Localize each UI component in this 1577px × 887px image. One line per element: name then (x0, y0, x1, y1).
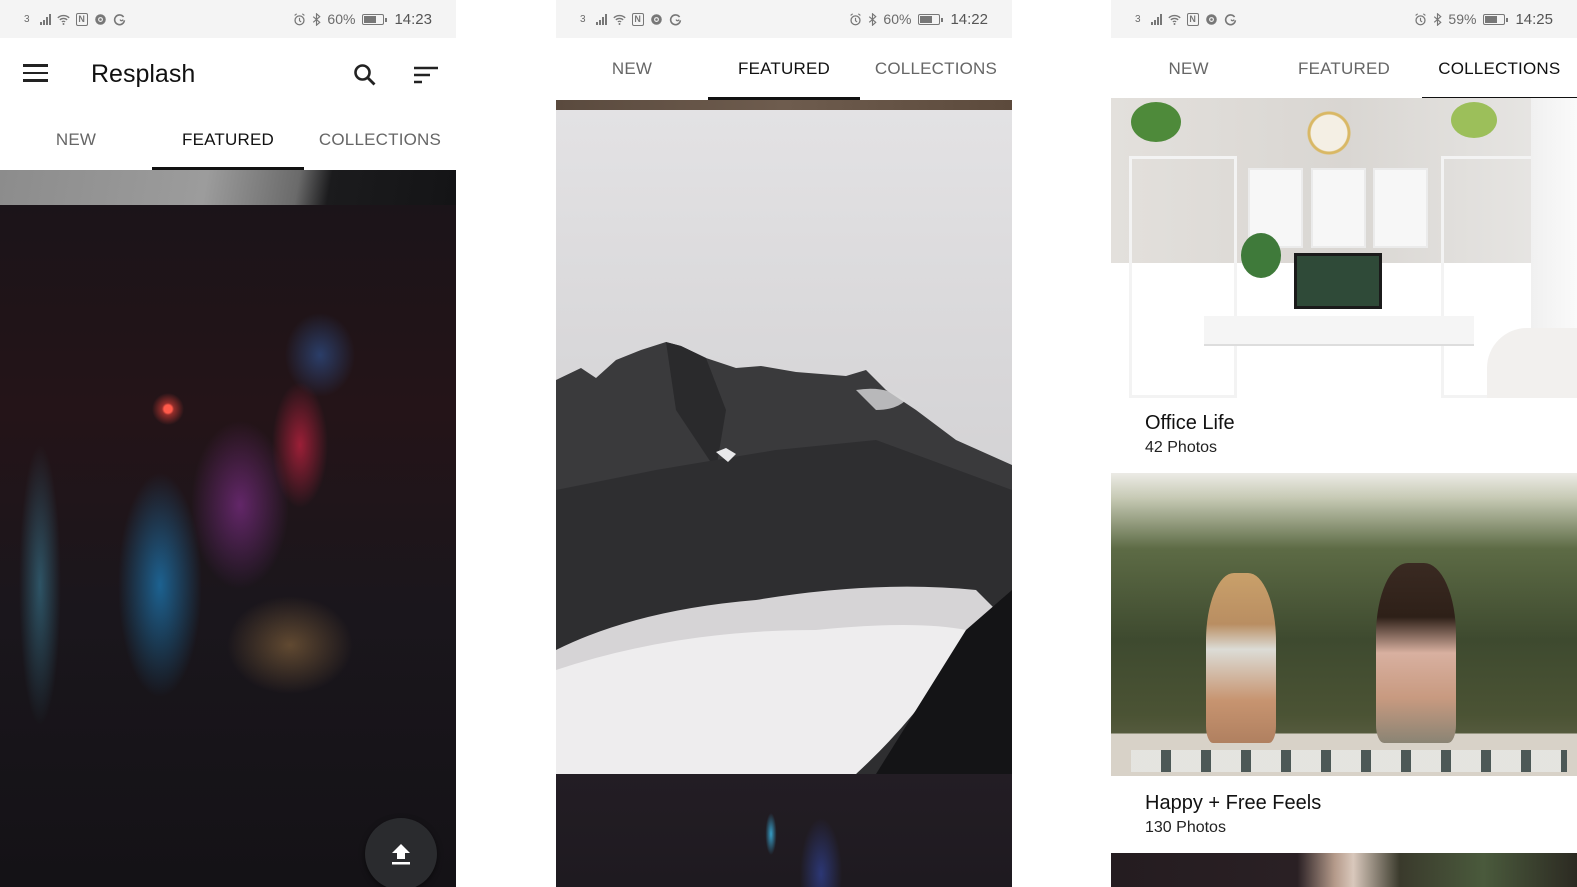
shelf-left (1129, 156, 1237, 398)
upload-button[interactable] (365, 818, 437, 887)
fur-chair (1487, 328, 1577, 398)
collection-caption[interactable]: Happy + Free Feels 130 Photos (1145, 792, 1321, 837)
collection-photo-count: 130 Photos (1145, 819, 1226, 836)
data-saver-icon (650, 13, 662, 25)
tab-collections[interactable]: COLLECTIONS (860, 38, 1012, 100)
nfc-icon: N (1186, 12, 1199, 26)
battery-percent: 60% (883, 11, 912, 27)
alarm-icon (1415, 12, 1427, 25)
alarm-icon (850, 12, 862, 25)
photo-card-mountain-peek[interactable] (0, 170, 456, 205)
monitor (1294, 253, 1382, 309)
signal-icon (39, 13, 51, 25)
photo-card-texture-peek[interactable] (556, 100, 1012, 110)
desk (1204, 316, 1474, 346)
photo-card-neon-city-peek[interactable] (556, 774, 1012, 887)
tab-new[interactable]: NEW (1111, 38, 1266, 100)
pinboard (1373, 168, 1428, 248)
sync-icon (113, 13, 125, 25)
tab-collections[interactable]: COLLECTIONS (1421, 38, 1577, 100)
battery-icon (362, 13, 388, 25)
plant (1241, 233, 1281, 278)
carrier-label: 3 (580, 13, 586, 25)
battery-icon (918, 13, 944, 25)
carrier-label: 3 (24, 13, 30, 25)
collection-cover-happy-free-feels[interactable] (1111, 473, 1577, 776)
wifi-icon (612, 14, 626, 25)
alarm-icon (294, 12, 306, 25)
status-bar: 3 N 60% 14:23 (0, 0, 456, 38)
collection-title: Office Life (1145, 412, 1235, 434)
bluetooth-icon (313, 12, 322, 26)
status-bar: 3 N 60% 14:22 (556, 0, 1012, 38)
photo-card-foggy-mountain[interactable] (556, 110, 1012, 774)
battery-percent: 59% (1448, 11, 1477, 27)
sync-icon (1224, 13, 1236, 25)
signal-icon (1150, 13, 1162, 25)
sync-icon (669, 13, 681, 25)
phone-screen-featured: 3 N 60% 14:22 NEW FEATURED COLLECTIONS (556, 0, 1012, 887)
phone-screen-collections: 3 N 59% 14:25 NEW FEATURED COLLECTIONS O… (1111, 0, 1577, 887)
tab-bar: NEW FEATURED COLLECTIONS (1111, 38, 1577, 100)
mountain-illustration (556, 342, 1012, 774)
tab-collections[interactable]: COLLECTIONS (304, 110, 456, 170)
tab-featured[interactable]: FEATURED (1266, 38, 1421, 100)
battery-percent: 60% (327, 11, 356, 27)
wifi-icon (1167, 14, 1181, 25)
app-title: Resplash (91, 60, 196, 88)
person (1206, 573, 1276, 743)
collection-caption[interactable]: Office Life 42 Photos (1145, 412, 1235, 457)
bluetooth-icon (1434, 12, 1443, 26)
battery-icon (1483, 13, 1509, 25)
phone-screen-featured-home: 3 N 60% 14:23 Resplash NEW FEATURED COLL… (0, 0, 456, 887)
collection-cover-office-life[interactable] (1111, 98, 1577, 398)
plant (1131, 102, 1181, 142)
data-saver-icon (1205, 13, 1217, 25)
carrier-label: 3 (1135, 13, 1141, 25)
tab-bar: NEW FEATURED COLLECTIONS (0, 110, 456, 170)
status-bar: 3 N 59% 14:25 (1111, 0, 1577, 38)
tab-new[interactable]: NEW (0, 110, 152, 170)
clock: 14:23 (394, 10, 432, 28)
tab-featured[interactable]: FEATURED (708, 38, 860, 100)
tab-bar: NEW FEATURED COLLECTIONS (556, 38, 1012, 100)
blanket (1131, 750, 1567, 772)
nfc-icon: N (631, 12, 644, 26)
plant (1451, 102, 1497, 138)
menu-icon[interactable] (23, 64, 48, 82)
collection-title: Happy + Free Feels (1145, 792, 1322, 814)
wifi-icon (56, 14, 70, 25)
tab-new[interactable]: NEW (556, 38, 708, 100)
app-bar: Resplash (0, 38, 456, 110)
pinboard (1311, 168, 1366, 248)
collection-cover-next-peek[interactable] (1111, 853, 1577, 887)
collection-photo-count: 42 Photos (1145, 439, 1218, 456)
signal-icon (595, 13, 607, 25)
photo-card-neon-alley[interactable] (0, 205, 456, 887)
search-icon[interactable] (352, 62, 378, 88)
clock: 14:25 (1515, 10, 1553, 28)
nfc-icon: N (75, 12, 88, 26)
tab-featured[interactable]: FEATURED (152, 110, 304, 170)
bluetooth-icon (869, 12, 878, 26)
data-saver-icon (94, 13, 106, 25)
clock: 14:22 (950, 10, 988, 28)
sort-icon[interactable] (413, 66, 439, 84)
upload-icon (392, 844, 410, 865)
person (1376, 563, 1456, 743)
